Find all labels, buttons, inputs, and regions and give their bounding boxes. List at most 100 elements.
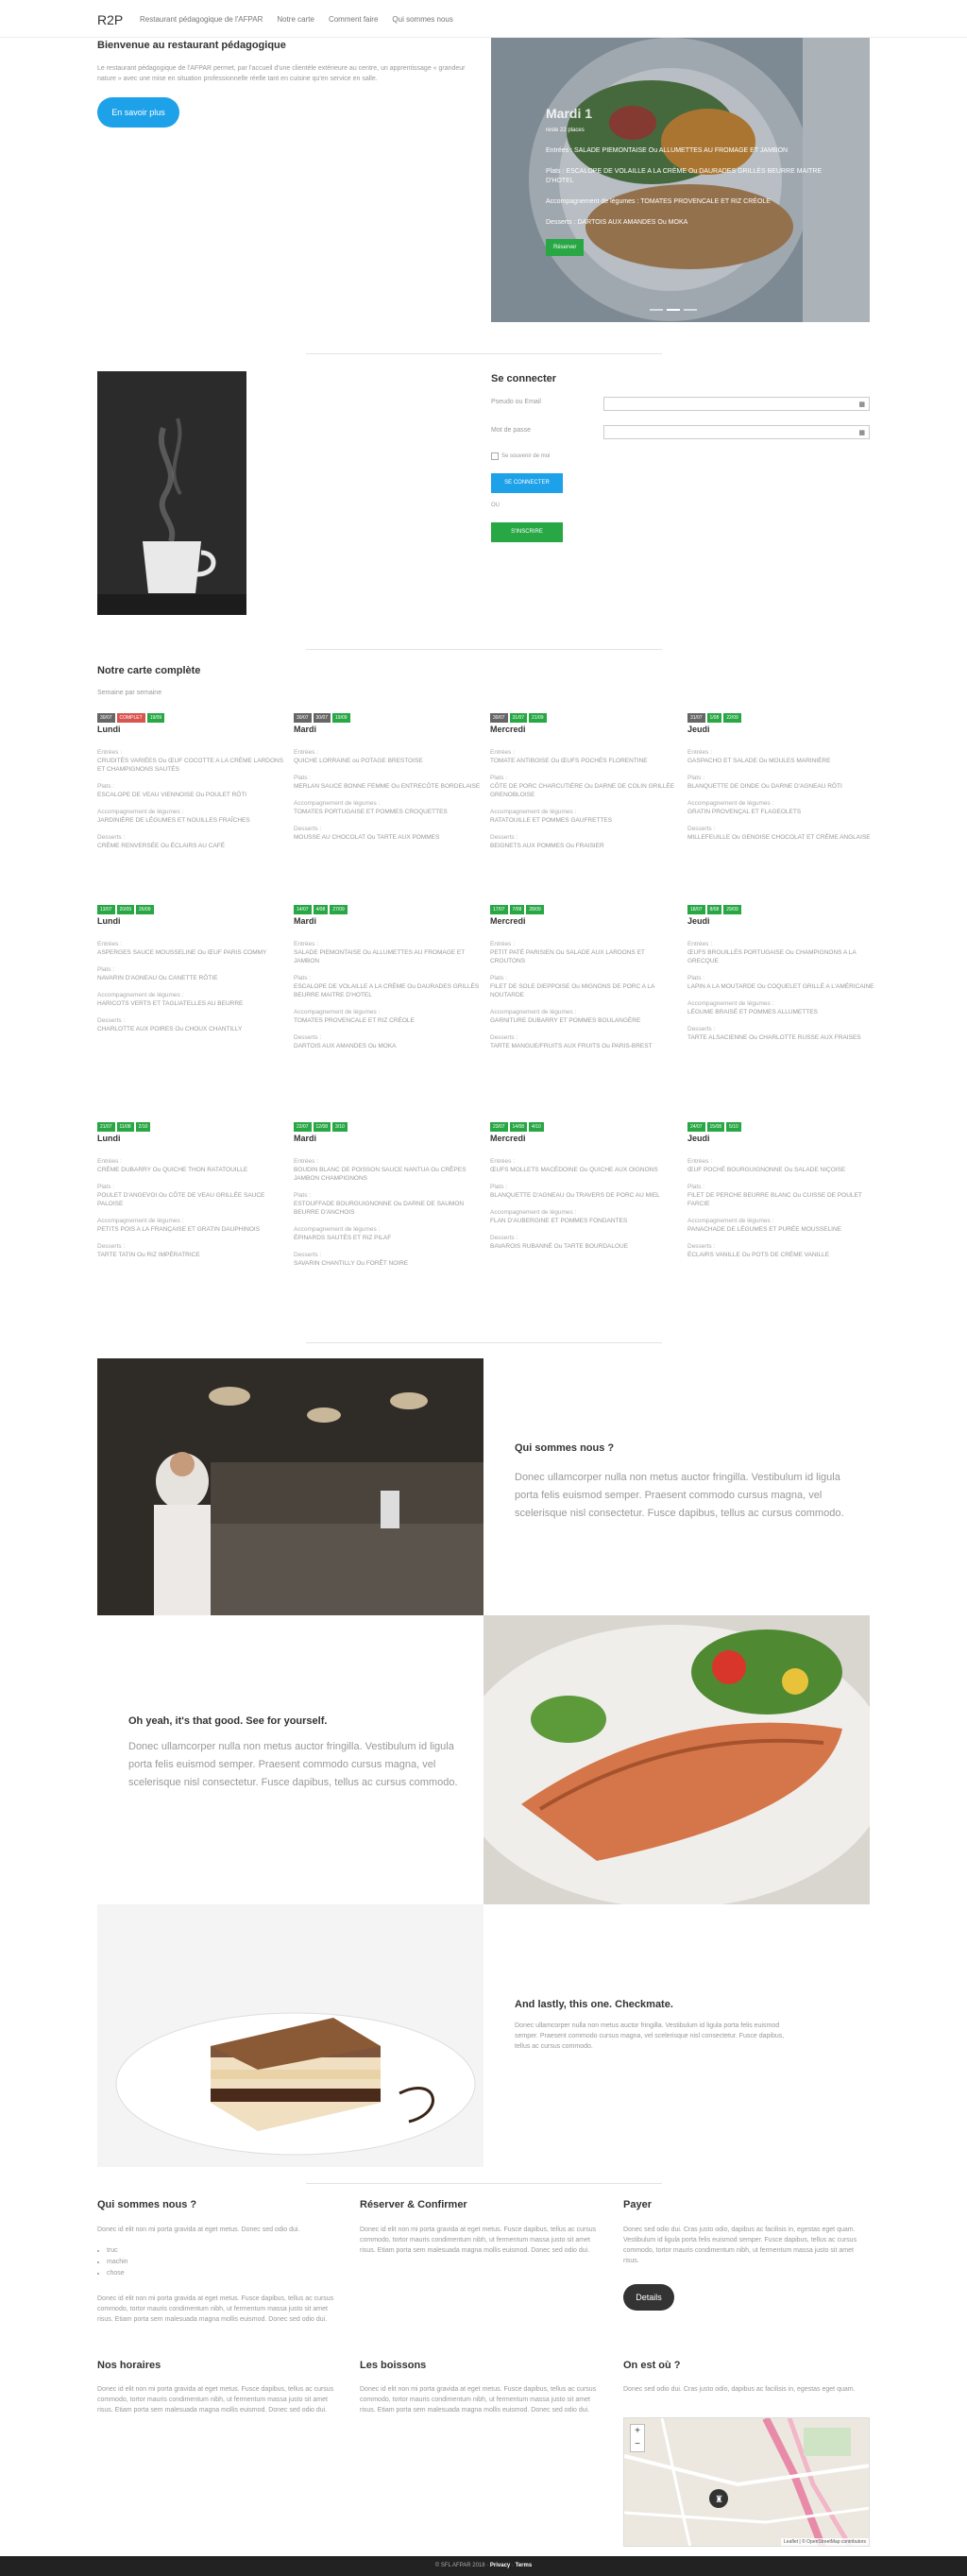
slide-desserts: Desserts : DARTOIS AUX AMANDES Ou MOKA <box>546 219 688 226</box>
details-button[interactable]: Details <box>623 2284 674 2311</box>
date-badge[interactable]: 8/08 <box>706 905 722 914</box>
coffee-cup-image <box>97 371 246 615</box>
date-badge[interactable]: 30/07 <box>294 713 312 723</box>
footer-payer-text: Donec sed odio dui. Cras justo odio, dap… <box>623 2226 857 2264</box>
terms-link[interactable]: Terms <box>516 2563 533 2568</box>
desserts-label: Desserts : <box>97 1243 126 1250</box>
entrees-value: BOUDIN BLANC DE POISSON SAUCE NANTUA Ou … <box>294 1167 467 1182</box>
email-input[interactable]: ▦ <box>603 397 870 411</box>
accomp-value: GARNITURE DUBARRY ET POMMES BOULANGÈRE <box>490 1017 641 1024</box>
reserver-button[interactable]: Réserver <box>546 239 585 256</box>
navbar: R2P Restaurant pédagogique de l'AFPAR No… <box>0 0 967 38</box>
date-badge[interactable]: 14/07 <box>294 905 312 914</box>
date-badge[interactable]: 30/07 <box>313 713 331 723</box>
desserts-value: TARTE ALSACIENNE Ou CHARLOTTE RUSSE AUX … <box>687 1034 861 1041</box>
date-badge[interactable]: 22/07 <box>294 1122 312 1132</box>
brand-logo[interactable]: R2P <box>97 12 123 27</box>
date-badge[interactable]: 26/09 <box>136 905 154 914</box>
menu-day-card: 23/07 14/08 4/10 Mercredi Entrées : ŒUFS MOLL… <box>490 1122 679 1251</box>
day-name: Jeudi <box>687 916 710 926</box>
entrees-label: Entrées : <box>294 941 319 947</box>
date-badge[interactable]: 31/07 <box>687 713 705 723</box>
desserts-value: CRÈME RENVERSÉE Ou ÉCLAIRS AU CAFÉ <box>97 843 226 849</box>
date-badge[interactable]: 24/07 <box>687 1122 705 1132</box>
date-badge[interactable]: COMPLET <box>116 713 145 723</box>
date-badge[interactable]: 14/08 <box>509 1122 528 1132</box>
privacy-link[interactable]: Privacy <box>490 2563 510 2568</box>
date-badge[interactable]: 22/09 <box>723 713 741 723</box>
map-zoom-control[interactable]: + − <box>630 2424 645 2452</box>
connect-button[interactable]: SE CONNECTER <box>491 473 563 493</box>
remember-label: Se souvenir de moi <box>501 453 551 459</box>
entrees-label: Entrées : <box>490 749 516 756</box>
map-attribution[interactable]: Leaflet | © OpenStreetMap contributors <box>781 2538 869 2546</box>
menu-day-card: 31/07 1/08 22/09 Jeudi Entrées : GASPACHO ET … <box>687 713 876 842</box>
register-button[interactable]: S'INSCRIRE <box>491 522 563 542</box>
menu-day-card: 30/07 COMPLET 19/09 Lundi Entrées : CRUDITÉS … <box>97 713 286 850</box>
list-item: truc <box>107 2245 128 2257</box>
list-item: chose <box>107 2268 128 2279</box>
desserts-label: Desserts : <box>490 834 518 841</box>
date-badge[interactable]: 17/07 <box>490 905 508 914</box>
plats-label: Plats : <box>687 1184 705 1190</box>
date-badge[interactable]: 11/08 <box>116 1122 134 1132</box>
desserts-value: BAVAROIS RUBANNÉ Ou TARTE BOURDALOUE <box>490 1243 629 1250</box>
date-badge[interactable]: 3/10 <box>332 1122 348 1132</box>
plats-label: Plats : <box>97 1184 115 1190</box>
date-badge[interactable]: 1/08 <box>706 713 722 723</box>
entrees-label: Entrées : <box>97 941 123 947</box>
nav-link-qui[interactable]: Qui sommes nous <box>392 15 452 24</box>
entrees-value: PETIT PATÉ PARISIEN Ou SALADE AUX LARDON… <box>490 949 645 964</box>
accomp-value: RATATOUILLE ET POMMES GAUFRETTES <box>490 817 613 824</box>
divider <box>306 2183 662 2184</box>
carousel-indicators[interactable] <box>650 309 697 311</box>
date-badge[interactable]: 31/07 <box>509 713 528 723</box>
plats-label: Plats : <box>294 1192 312 1199</box>
date-badge[interactable]: 30/07 <box>97 713 115 723</box>
date-badges: 23/07 14/08 4/10 <box>490 1122 679 1132</box>
kitchen-image <box>97 1358 484 1615</box>
desserts-value: ÉCLAIRS VANILLE Ou POTS DE CRÈME VANILLE <box>687 1252 830 1258</box>
nav-link-carte[interactable]: Notre carte <box>277 15 314 24</box>
date-badge[interactable]: 29/09 <box>723 905 741 914</box>
date-badge[interactable]: 18/07 <box>687 905 705 914</box>
entrees-label: Entrées : <box>490 941 516 947</box>
location-map[interactable]: ♜ + − Leaflet | © OpenStreetMap contribut… <box>623 2417 870 2547</box>
menu-day-card: 17/07 7/08 28/09 Mercredi Entrées : PETIT PAT… <box>490 905 679 1050</box>
date-badge[interactable]: 15/08 <box>706 1122 725 1132</box>
slide-day: Mardi 1 <box>546 106 593 121</box>
date-badge[interactable]: 7/08 <box>509 905 525 914</box>
date-badge[interactable]: 4/08 <box>313 905 329 914</box>
nav-link-comment[interactable]: Comment faire <box>329 15 378 24</box>
date-badge[interactable]: 20/09 <box>116 905 135 914</box>
date-badge[interactable]: 2/10 <box>135 1122 151 1132</box>
nav-link-restaurant[interactable]: Restaurant pédagogique de l'AFPAR <box>140 15 263 24</box>
day-name: Mardi <box>294 1134 317 1143</box>
date-badge[interactable]: 5/10 <box>726 1122 741 1132</box>
date-badge[interactable]: 21/07 <box>97 1122 115 1132</box>
date-badge[interactable]: 19/09 <box>332 713 350 723</box>
hero-carousel[interactable]: Mardi 1 reste 22 places Entrées : SALADE… <box>491 38 870 322</box>
date-badge[interactable]: 13/07 <box>97 905 115 914</box>
entrees-value: ŒUF POCHÉ BOURGUIGNONNE Ou SALADE NIÇOIS… <box>687 1167 846 1173</box>
date-badge[interactable]: 30/07 <box>490 713 508 723</box>
date-badge[interactable]: 4/10 <box>529 1122 544 1132</box>
accomp-label: Accompagnement de légumes : <box>97 992 184 998</box>
date-badge[interactable]: 12/08 <box>313 1122 331 1132</box>
password-input[interactable]: ▦ <box>603 425 870 439</box>
remember-checkbox[interactable] <box>491 452 499 460</box>
accomp-label: Accompagnement de légumes : <box>97 809 184 815</box>
en-savoir-plus-button[interactable]: En savoir plus <box>97 97 179 128</box>
date-badge[interactable]: 28/09 <box>526 905 544 914</box>
date-badge[interactable]: 21/09 <box>529 713 547 723</box>
entrees-label: Entrées : <box>294 1158 319 1165</box>
date-badge[interactable]: 23/07 <box>490 1122 508 1132</box>
desserts-value: SAVARIN CHANTILLY Ou FORÊT NOIRE <box>294 1260 409 1267</box>
plats-label: Plats : <box>490 775 508 781</box>
date-badge[interactable]: 27/09 <box>330 905 348 914</box>
menu-day-card: 24/07 15/08 5/10 Jeudi Entrées : ŒUF POCHÉ BO… <box>687 1122 876 1259</box>
desserts-value: TARTE MANGUE/FRUITS AUX FRUITS Ou PARIS-… <box>490 1043 653 1049</box>
desserts-value: BEIGNETS AUX POMMES Ou FRAISIER <box>490 843 604 849</box>
date-badge[interactable]: 19/09 <box>146 713 165 723</box>
desserts-value: MILLEFEUILLE Ou GENOISE CHOCOLAT ET CRÈM… <box>687 834 871 841</box>
